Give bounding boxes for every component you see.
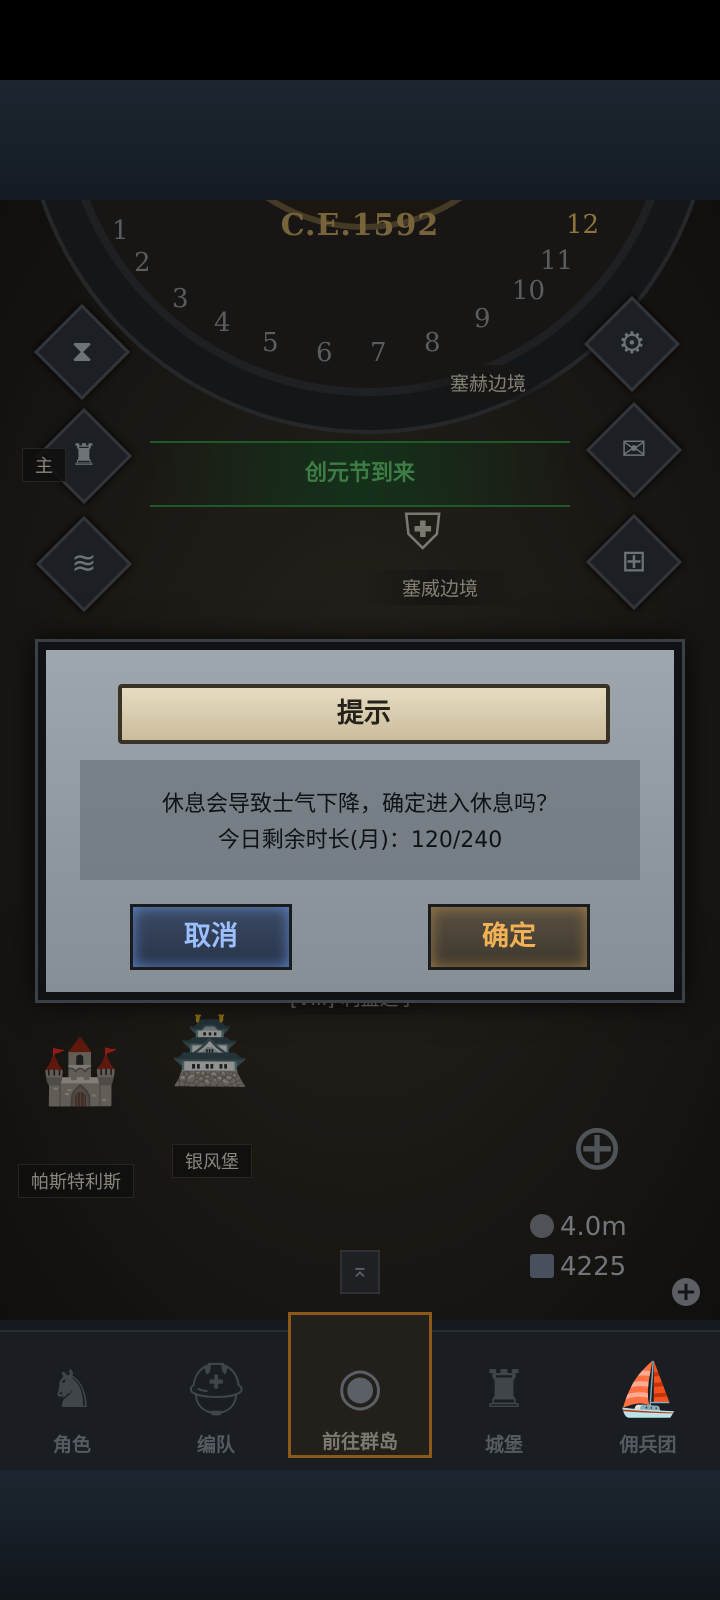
tab-mercenary[interactable]: ⛵ 佣兵团 [576,1332,720,1472]
helmet-icon: ⛑ [182,1360,249,1420]
header-strip [0,80,720,200]
tab-islands[interactable]: ◉ 前往群岛 [288,1312,432,1458]
tab-label: 佣兵团 [619,1434,677,1456]
globe-icon: ◉ [337,1357,383,1417]
bottom-tab-bar: ♞ 角色 ⛑ 编队 ◉ 前往群岛 ♜ 城堡 ⛵ 佣兵团 [0,1312,720,1472]
confirm-dialog: 提示 休息会导致士气下降，确定进入休息吗？ 今日剩余时长(月)：120/240 … [38,642,682,1000]
footer-strip [0,1470,720,1600]
cancel-button[interactable]: 取消 [130,904,292,970]
dialog-message-box: 休息会导致士气下降，确定进入休息吗？ 今日剩余时长(月)：120/240 [80,760,640,880]
knight-icon: ♞ [48,1360,96,1420]
dialog-remaining-time: 今日剩余时长(月)：120/240 [217,828,503,853]
tab-character[interactable]: ♞ 角色 [0,1332,144,1472]
tab-label: 前往群岛 [321,1431,398,1453]
castle-icon: ♜ [480,1360,528,1420]
tab-label: 角色 [52,1434,91,1456]
tab-label: 编队 [196,1434,235,1456]
tab-formation[interactable]: ⛑ 编队 [144,1332,288,1472]
tab-castle[interactable]: ♜ 城堡 [432,1332,576,1472]
ship-icon: ⛵ [615,1360,681,1420]
tab-label: 城堡 [484,1434,523,1456]
dialog-title: 提示 [118,684,610,744]
confirm-button[interactable]: 确定 [428,904,590,970]
dialog-message: 休息会导致士气下降，确定进入休息吗？ [161,792,558,817]
status-bar [0,0,720,80]
